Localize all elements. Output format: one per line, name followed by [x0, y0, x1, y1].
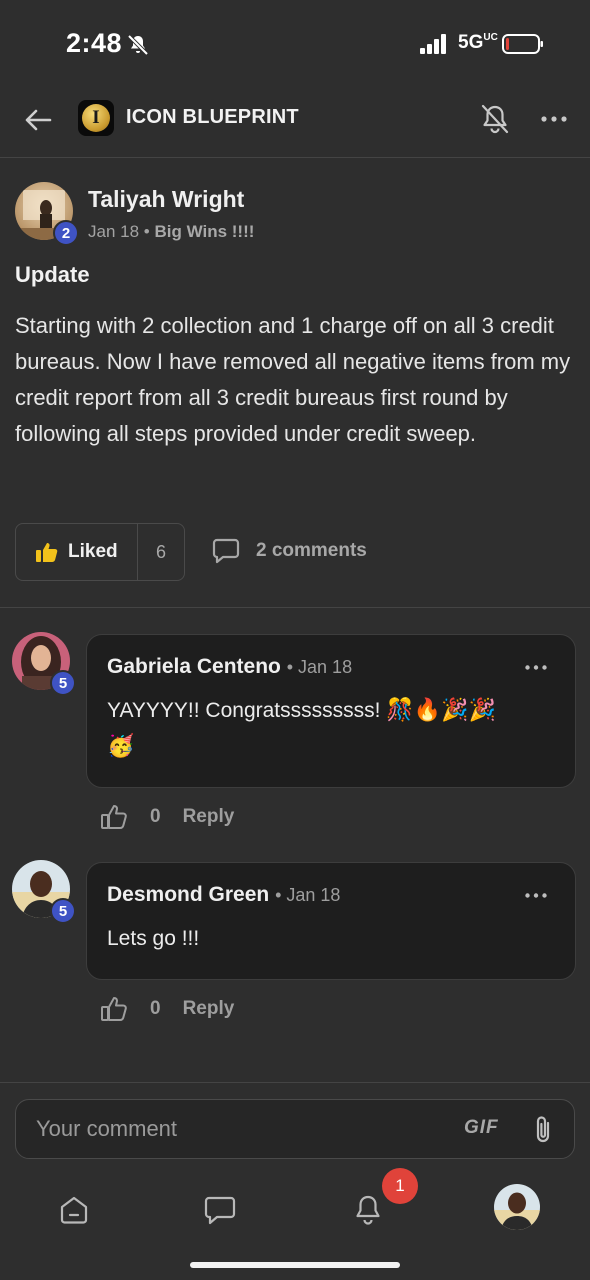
comment-composer-area: GIF: [0, 1082, 590, 1178]
thumbs-up-icon[interactable]: [100, 996, 128, 1022]
post-body: Starting with 2 collection and 1 charge …: [15, 313, 571, 446]
network-type: 5GUC: [458, 32, 498, 53]
gif-button[interactable]: GIF: [464, 1117, 499, 1139]
comment-item: 5 Gabriela Centeno • Jan 18 YAYYYY!! Con…: [0, 608, 590, 844]
comment-text: YAYYYY!! Congratsssssssss! 🎊🔥🎉🎉 🥳: [107, 693, 557, 765]
level-badge: 5: [50, 670, 76, 696]
like-label: Liked: [68, 541, 118, 562]
comment-more-icon[interactable]: [523, 885, 549, 905]
comment-text: Lets go !!!: [107, 927, 200, 950]
comment-author: Desmond Green • Jan 18: [107, 883, 340, 907]
comment-emojis-line2: 🥳: [107, 734, 135, 759]
level-badge: 5: [50, 898, 76, 924]
notification-badge: 1: [382, 1168, 418, 1204]
level-badge: 2: [53, 220, 79, 246]
profile-avatar[interactable]: [494, 1184, 540, 1230]
comment-icon: [212, 538, 240, 564]
bell-off-icon[interactable]: [478, 102, 512, 136]
comments-count-label: 2 comments: [256, 540, 367, 561]
logo-coin: I: [82, 104, 110, 132]
like-count[interactable]: 6: [138, 542, 184, 563]
post-date: Jan 18: [88, 222, 140, 241]
comment-like-count: 0: [150, 806, 161, 827]
group-name[interactable]: ICON BLUEPRINT: [126, 106, 299, 129]
arrow-left-icon: [25, 109, 52, 131]
comment-date: • Jan 18: [275, 885, 341, 905]
comment-author-name[interactable]: Gabriela Centeno: [107, 655, 281, 678]
comment-bubble: Desmond Green • Jan 18 Lets go !!!: [86, 862, 576, 980]
post-category[interactable]: Big Wins !!!!: [154, 222, 254, 241]
thumbs-up-icon[interactable]: [100, 804, 128, 830]
comment-item: 5 Desmond Green • Jan 18 Lets go !!! 0 R…: [0, 844, 590, 1082]
post-meta: Jan 18 • Big Wins !!!!: [88, 222, 254, 242]
comment-avatar-wrap[interactable]: 5: [12, 632, 76, 696]
app-screen: 2:48 5GUC I ICON BLUEPRINT 2 Taliyah Wri…: [0, 0, 590, 1280]
like-button[interactable]: Liked: [16, 524, 138, 580]
reply-button[interactable]: Reply: [183, 998, 235, 1020]
comments-button[interactable]: 2 comments: [212, 538, 367, 564]
comment-input[interactable]: [36, 1110, 436, 1148]
comment-date: • Jan 18: [286, 657, 353, 677]
comment-author-name[interactable]: Desmond Green: [107, 883, 269, 906]
comment-more-icon[interactable]: [523, 657, 549, 677]
bottom-navigation: 1: [0, 1168, 590, 1280]
post-card: 2 Taliyah Wright Jan 18 • Big Wins !!!! …: [0, 158, 590, 608]
group-header: I ICON BLUEPRINT: [0, 88, 590, 158]
home-icon: [60, 1196, 88, 1224]
back-button[interactable]: [18, 102, 58, 138]
notifications-icon: [356, 1195, 380, 1225]
like-control: Liked 6: [15, 523, 185, 581]
comment-text-body: YAYYYY!! Congratsssssssss!: [107, 699, 381, 722]
home-indicator[interactable]: [190, 1262, 400, 1268]
reply-button[interactable]: Reply: [183, 806, 235, 828]
post-title: Update: [15, 262, 90, 287]
nav-chat[interactable]: [198, 1188, 242, 1232]
comment-author: Gabriela Centeno • Jan 18: [107, 655, 352, 679]
comment-like-count: 0: [150, 998, 161, 1019]
status-time: 2:48: [66, 28, 123, 58]
nav-home[interactable]: [52, 1188, 96, 1232]
silent-mode-icon: [127, 34, 149, 56]
group-logo[interactable]: I: [78, 100, 114, 136]
comment-emojis: 🎊🔥🎉🎉: [386, 698, 496, 723]
post-author-name[interactable]: Taliyah Wright: [88, 186, 244, 213]
comment-composer: GIF: [15, 1099, 575, 1159]
comment-avatar-wrap[interactable]: 5: [12, 860, 76, 924]
more-horizontal-icon[interactable]: [536, 102, 572, 136]
comment-actions: 0 Reply: [100, 996, 234, 1022]
meta-separator: •: [143, 222, 150, 241]
post-author-avatar-wrap[interactable]: 2: [15, 182, 79, 246]
comment-actions: 0 Reply: [100, 804, 234, 830]
comment-bubble: Gabriela Centeno • Jan 18 YAYYYY!! Congr…: [86, 634, 576, 788]
cellular-signal-icon: [420, 34, 446, 54]
status-bar: 2:48 5GUC: [0, 0, 590, 88]
battery-icon: [502, 34, 543, 54]
chat-icon: [204, 1196, 236, 1225]
paperclip-icon[interactable]: [530, 1114, 556, 1146]
thumbs-up-filled-icon: [36, 543, 58, 562]
